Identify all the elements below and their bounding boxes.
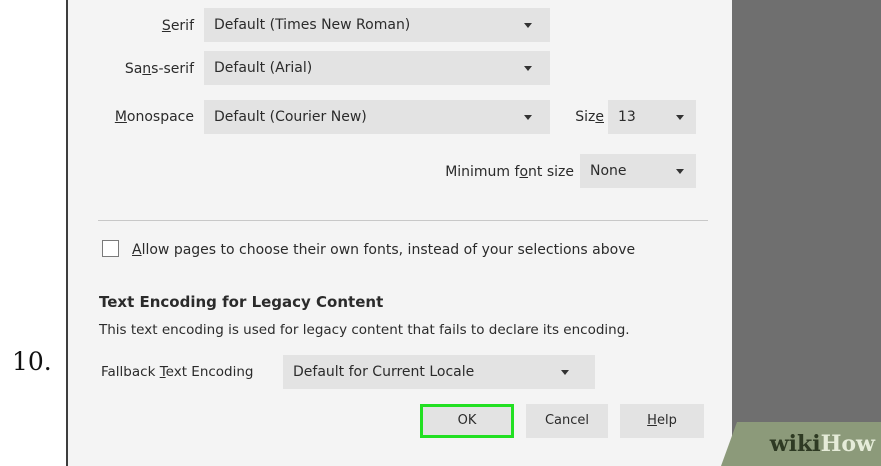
- size-dropdown[interactable]: 13: [608, 100, 696, 134]
- sans-serif-value: Default (Arial): [214, 60, 313, 76]
- encoding-description: This text encoding is used for legacy co…: [99, 322, 630, 338]
- section-divider: [98, 220, 708, 221]
- watermark-how-text: How: [820, 431, 875, 457]
- fallback-encoding-label: Fallback Text Encoding: [101, 364, 254, 380]
- monospace-value: Default (Courier New): [214, 109, 367, 125]
- screenshot: Serif Default (Times New Roman) Sans-ser…: [66, 0, 881, 466]
- size-value: 13: [618, 109, 636, 125]
- step-number: 10.: [12, 347, 52, 376]
- help-button[interactable]: Help: [620, 404, 704, 438]
- ok-button[interactable]: OK: [420, 404, 514, 438]
- wikihow-watermark: wiki How: [721, 422, 881, 466]
- chevron-down-icon: [524, 23, 532, 28]
- allow-fonts-checkbox[interactable]: [102, 240, 119, 257]
- fallback-encoding-value: Default for Current Locale: [293, 364, 475, 380]
- minimum-font-size-dropdown[interactable]: None: [580, 154, 696, 188]
- encoding-heading: Text Encoding for Legacy Content: [99, 293, 384, 311]
- cancel-button[interactable]: Cancel: [526, 404, 608, 438]
- monospace-label: Monospace: [114, 109, 194, 125]
- chevron-down-icon: [524, 115, 532, 120]
- serif-dropdown[interactable]: Default (Times New Roman): [204, 8, 550, 42]
- chevron-down-icon: [561, 370, 569, 375]
- serif-value: Default (Times New Roman): [214, 17, 411, 33]
- chevron-down-icon: [524, 66, 532, 71]
- serif-label: Serif: [161, 18, 194, 34]
- chevron-down-icon: [676, 115, 684, 120]
- allow-fonts-label[interactable]: Allow pages to choose their own fonts, i…: [132, 240, 635, 260]
- sans-serif-dropdown[interactable]: Default (Arial): [204, 51, 550, 85]
- minimum-font-size-value: None: [590, 163, 627, 179]
- monospace-dropdown[interactable]: Default (Courier New): [204, 100, 550, 134]
- minimum-font-size-label: Minimum font size: [445, 164, 574, 180]
- chevron-down-icon: [676, 169, 684, 174]
- watermark-wiki-text: wiki: [769, 431, 821, 457]
- fallback-encoding-dropdown[interactable]: Default for Current Locale: [283, 355, 595, 389]
- size-label: Size: [575, 109, 604, 125]
- fonts-dialog: Serif Default (Times New Roman) Sans-ser…: [68, 0, 732, 466]
- sans-serif-label: Sans-serif: [124, 61, 194, 77]
